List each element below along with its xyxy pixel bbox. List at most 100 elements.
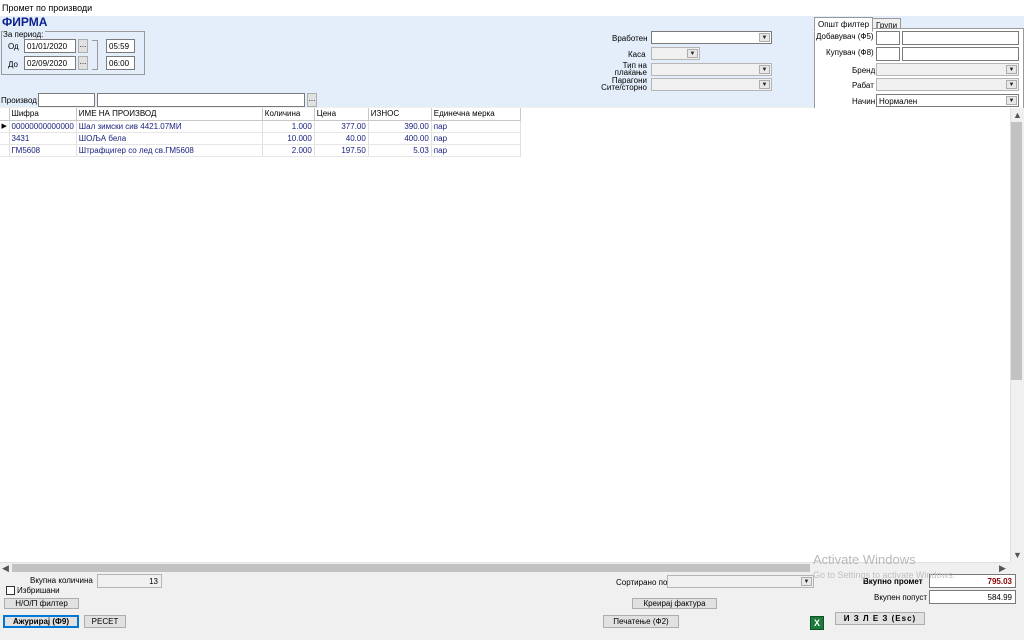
- column-header-qty[interactable]: Количина: [262, 108, 315, 121]
- cell-name[interactable]: ШОЉА бела: [76, 132, 263, 145]
- company-name: ФИРМА: [2, 15, 48, 29]
- buyer-label: Купувач (Ф8): [826, 48, 874, 57]
- cell-qty[interactable]: 2.000: [262, 144, 315, 157]
- table-row[interactable]: ГМ5608 Штрафцигер со лед св.ГМ5608 2.000…: [0, 144, 521, 157]
- update-button[interactable]: Ажурирај (Ф9): [3, 615, 79, 628]
- product-picker-button[interactable]: ...: [307, 93, 317, 107]
- cashbox-select[interactable]: ▼: [651, 47, 700, 60]
- print-button[interactable]: Печатење (Ф2): [603, 615, 679, 628]
- table-row[interactable]: ▶ 00000000000000 Шал зимски сив 4421.07М…: [0, 120, 521, 133]
- to-time-input[interactable]: 06:00: [106, 56, 135, 70]
- table-row[interactable]: 3431 ШОЉА бела 10.000 40.00 400.00 пар: [0, 132, 521, 145]
- to-date-input[interactable]: 02/09/2020: [24, 56, 76, 70]
- column-header-price[interactable]: Цена: [314, 108, 369, 121]
- activate-windows-subtitle: Go to Settings to activate Windows.: [813, 570, 956, 580]
- chevron-down-icon: ▼: [1006, 65, 1017, 74]
- from-time-input[interactable]: 05:59: [106, 39, 135, 53]
- time-bracket: [92, 40, 98, 70]
- nop-filter-button[interactable]: Н/О/П филтер: [4, 598, 79, 609]
- cell-amount[interactable]: 5.03: [368, 144, 432, 157]
- create-invoice-button[interactable]: Креирај фактура: [632, 598, 717, 609]
- mode-select[interactable]: Нормален ▼: [876, 94, 1019, 107]
- cell-price[interactable]: 197.50: [314, 144, 369, 157]
- receipts-select[interactable]: ▼: [651, 78, 772, 91]
- cell-code[interactable]: 00000000000000: [9, 120, 77, 133]
- cell-qty[interactable]: 10.000: [262, 132, 315, 145]
- cell-unit[interactable]: пар: [431, 144, 521, 157]
- supplier-name-input[interactable]: [902, 31, 1019, 45]
- activate-windows-title: Activate Windows: [813, 552, 916, 567]
- chevron-down-icon: ▼: [759, 80, 770, 89]
- column-header-name[interactable]: ИМЕ НА ПРОИЗВОД: [76, 108, 263, 121]
- employee-select[interactable]: ▼: [651, 31, 772, 44]
- cell-name[interactable]: Шал зимски сив 4421.07МИ: [76, 120, 263, 133]
- cell-unit[interactable]: пар: [431, 132, 521, 145]
- cell-price[interactable]: 40.00: [314, 132, 369, 145]
- employee-label: Вработен: [612, 34, 648, 43]
- product-name-input[interactable]: [97, 93, 305, 107]
- total-qty-value: 13: [97, 574, 162, 588]
- tab-general-filter[interactable]: Општ филтер: [814, 17, 874, 32]
- scroll-up-icon[interactable]: ▲: [1013, 110, 1022, 120]
- chevron-down-icon: ▼: [687, 49, 698, 58]
- deleted-label[interactable]: Избришани: [17, 586, 60, 595]
- current-row-arrow-icon: ▶: [0, 120, 10, 133]
- chevron-down-icon: ▼: [801, 577, 812, 586]
- horizontal-scroll-thumb[interactable]: [12, 564, 810, 572]
- sort-select[interactable]: ▼: [667, 575, 814, 588]
- product-code-input[interactable]: [38, 93, 95, 107]
- supplier-label: Добавувач (Ф5): [816, 32, 874, 41]
- title-bar: Промет по производи: [0, 0, 1024, 16]
- products-grid[interactable]: Шифра ИМЕ НА ПРОИЗВОД Количина Цена ИЗНО…: [0, 108, 1010, 562]
- column-header-code[interactable]: Шифра: [9, 108, 77, 121]
- sort-label: Сортирано по: [616, 578, 668, 587]
- brand-label: Бренд: [852, 66, 876, 75]
- discount-select[interactable]: ▼: [876, 78, 1019, 91]
- brand-select[interactable]: ▼: [876, 63, 1019, 76]
- cell-name[interactable]: Штрафцигер со лед св.ГМ5608: [76, 144, 263, 157]
- row-indicator: [0, 144, 10, 157]
- cell-price[interactable]: 377.00: [314, 120, 369, 133]
- product-label: Производ: [1, 96, 37, 105]
- cell-amount[interactable]: 400.00: [368, 132, 432, 145]
- supplier-code-input[interactable]: [876, 31, 900, 45]
- scroll-right-icon[interactable]: ▶: [999, 563, 1006, 573]
- to-label: До: [8, 60, 18, 69]
- receipts-label: Парагони Сите/сторно: [601, 76, 647, 92]
- cell-qty[interactable]: 1.000: [262, 120, 315, 133]
- cashbox-label: Каса: [628, 50, 646, 59]
- chevron-down-icon: ▼: [759, 65, 770, 74]
- cell-unit[interactable]: пар: [431, 120, 521, 133]
- chevron-down-icon: ▼: [1006, 96, 1017, 105]
- column-header-unit[interactable]: Единечна мерка: [431, 108, 521, 121]
- scroll-left-icon[interactable]: ◀: [2, 563, 9, 573]
- deleted-checkbox[interactable]: [6, 586, 15, 595]
- from-date-input[interactable]: 01/01/2020: [24, 39, 76, 53]
- to-date-picker-button[interactable]: ...: [78, 56, 88, 70]
- excel-export-icon[interactable]: X: [810, 616, 824, 630]
- from-date-picker-button[interactable]: ...: [78, 39, 88, 53]
- from-label: Од: [8, 42, 19, 51]
- row-indicator: [0, 132, 10, 145]
- column-header-amount[interactable]: ИЗНОС: [368, 108, 432, 121]
- chevron-down-icon: ▼: [1006, 80, 1017, 89]
- cell-code[interactable]: 3431: [9, 132, 77, 145]
- table-header-row: Шифра ИМЕ НА ПРОИЗВОД Количина Цена ИЗНО…: [0, 108, 521, 121]
- vertical-scroll-thumb[interactable]: [1011, 122, 1022, 380]
- period-label: За период:: [3, 30, 46, 39]
- cell-code[interactable]: ГМ5608: [9, 144, 77, 157]
- scroll-down-icon[interactable]: ▼: [1013, 550, 1022, 560]
- mode-label: Начин: [852, 97, 876, 106]
- window-title: Промет по производи: [2, 3, 93, 13]
- payment-type-label: Тип на плаќање: [614, 61, 647, 77]
- total-discount-value: 584.99: [929, 590, 1016, 604]
- payment-type-select[interactable]: ▼: [651, 63, 772, 76]
- discount-label: Рабат: [852, 81, 874, 90]
- buyer-code-input[interactable]: [876, 47, 900, 61]
- row-indicator-header: [0, 108, 10, 121]
- buyer-name-input[interactable]: [902, 47, 1019, 61]
- exit-button[interactable]: И З Л Е З (Esc): [835, 612, 925, 625]
- cell-amount[interactable]: 390.00: [368, 120, 432, 133]
- reset-button[interactable]: РЕСЕТ: [84, 615, 126, 628]
- chevron-down-icon: ▼: [759, 33, 770, 42]
